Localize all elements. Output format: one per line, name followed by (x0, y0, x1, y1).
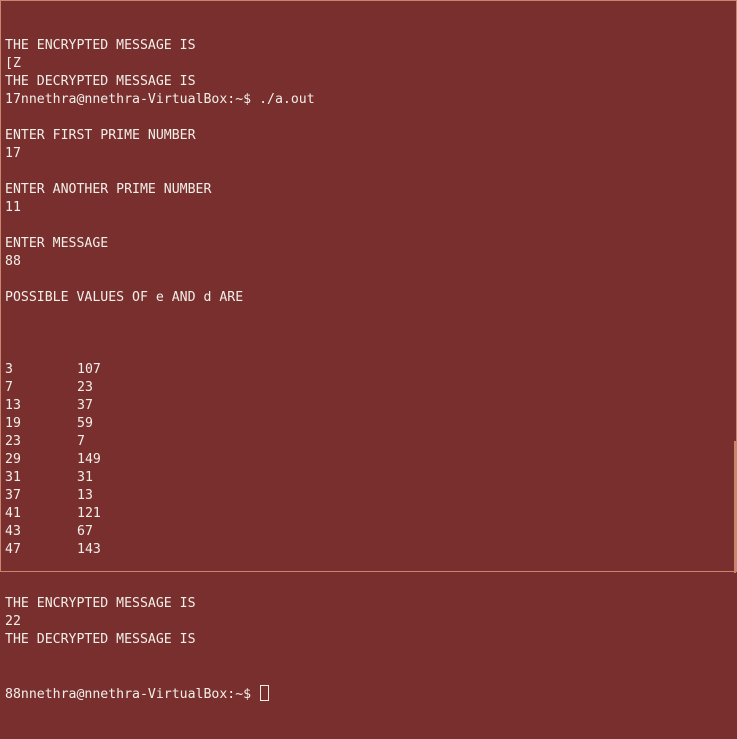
key-pair-row: 29 149 (5, 451, 736, 469)
d-value: 7 (77, 434, 85, 449)
terminal-prompt: 88nnethra@nnethra-VirtualBox:~$ (5, 687, 260, 702)
key-pair-row: 41 121 (5, 505, 736, 523)
e-value: 3 (5, 362, 13, 377)
e-value: 7 (5, 380, 13, 395)
d-value: 143 (77, 542, 101, 557)
e-value: 31 (5, 470, 21, 485)
d-value: 107 (77, 362, 101, 377)
terminal-line: THE DECRYPTED MESSAGE IS (5, 632, 196, 647)
terminal-line: 17nnethra@nnethra-VirtualBox:~$ ./a.out (5, 92, 315, 107)
key-pair-row: 7 23 (5, 379, 736, 397)
d-value: 67 (77, 524, 93, 539)
d-value: 13 (77, 488, 93, 503)
key-pair-row: 43 67 (5, 523, 736, 541)
terminal-line: THE ENCRYPTED MESSAGE IS (5, 38, 196, 53)
d-value: 121 (77, 506, 101, 521)
terminal-prompt-line[interactable]: 88nnethra@nnethra-VirtualBox:~$ (5, 685, 736, 703)
key-pair-row: 3 107 (5, 361, 736, 379)
key-pair-row: 31 31 (5, 469, 736, 487)
terminal-line: 88 (5, 254, 21, 269)
scrollbar[interactable] (734, 441, 736, 573)
e-value: 41 (5, 506, 21, 521)
terminal-line: ENTER MESSAGE (5, 236, 109, 251)
terminal-line: 17 (5, 146, 21, 161)
terminal-line: ENTER FIRST PRIME NUMBER (5, 128, 196, 143)
key-pair-row: 47 143 (5, 541, 736, 559)
terminal-line: 22 (5, 614, 21, 629)
terminal-line: THE ENCRYPTED MESSAGE IS (5, 596, 196, 611)
key-pair-row: 19 59 (5, 415, 736, 433)
e-value: 19 (5, 416, 21, 431)
e-value: 43 (5, 524, 21, 539)
d-value: 149 (77, 452, 101, 467)
d-value: 31 (77, 470, 93, 485)
terminal-output[interactable]: THE ENCRYPTED MESSAGE IS [Z THE DECRYPTED … (5, 1, 736, 739)
terminal-window[interactable]: THE ENCRYPTED MESSAGE IS [Z THE DECRYPTED … (0, 0, 737, 702)
d-value: 37 (77, 398, 93, 413)
key-pair-row: 13 37 (5, 397, 736, 415)
e-value: 29 (5, 452, 21, 467)
key-pair-row: 23 7 (5, 433, 736, 451)
terminal-line: [Z (5, 56, 21, 71)
e-value: 23 (5, 434, 21, 449)
d-value: 23 (77, 380, 93, 395)
terminal-line: THE DECRYPTED MESSAGE IS (5, 74, 196, 89)
terminal-line: 11 (5, 200, 21, 215)
e-value: 37 (5, 488, 21, 503)
key-pair-row: 37 13 (5, 487, 736, 505)
e-value: 13 (5, 398, 21, 413)
text-cursor (260, 685, 270, 701)
d-value: 59 (77, 416, 93, 431)
terminal-line: ENTER ANOTHER PRIME NUMBER (5, 182, 212, 197)
e-value: 47 (5, 542, 21, 557)
terminal-line: POSSIBLE VALUES OF e AND d ARE (5, 290, 244, 305)
